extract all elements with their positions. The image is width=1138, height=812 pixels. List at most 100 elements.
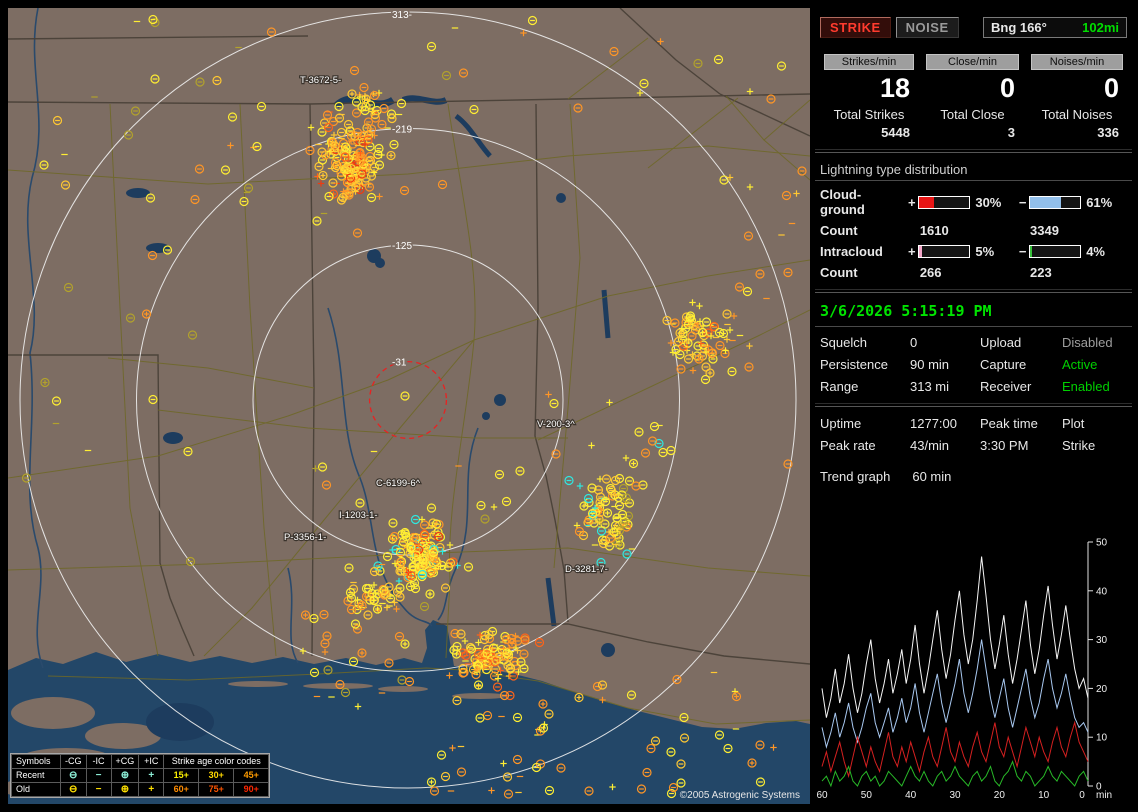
minus-sign: − bbox=[1018, 194, 1027, 210]
ic-minus-count: 223 bbox=[1030, 265, 1052, 280]
rate-stats: Strikes/min 18 Total Strikes 5448 Close/… bbox=[818, 54, 1129, 140]
strikes-column: Strikes/min 18 Total Strikes 5448 bbox=[818, 54, 920, 140]
legend-row-old: Old bbox=[11, 782, 61, 797]
cloud-ground-row: Cloud-ground + 30% − 61% bbox=[820, 187, 1127, 217]
noise-toggle-button[interactable]: NOISE bbox=[895, 17, 959, 38]
cg-minus-symbol: ⊖ bbox=[60, 768, 87, 783]
uptime-value: 1277:00 bbox=[910, 416, 957, 431]
total-strikes-value: 5448 bbox=[881, 125, 910, 140]
peak-rate-value: 43/min bbox=[910, 438, 950, 453]
divider bbox=[815, 326, 1132, 327]
bearing-display: Bng 166° 102mi bbox=[983, 17, 1127, 38]
total-strikes-label: Total Strikes bbox=[833, 107, 905, 122]
age-30: 30+ bbox=[198, 768, 235, 783]
legend-header-icm: -IC bbox=[85, 754, 112, 769]
svg-text:50: 50 bbox=[1096, 538, 1108, 549]
age-60: 60+ bbox=[163, 782, 200, 797]
map-canvas: -31 -125 -219 313- T-3672-5- V-200-3^ C-6199-6… bbox=[8, 8, 810, 804]
cg-plus-count: 1610 bbox=[919, 223, 949, 238]
svg-text:P-3356-1-: P-3356-1- bbox=[284, 532, 326, 543]
strikes-per-min-badge: Strikes/min bbox=[824, 54, 914, 70]
svg-text:-219: -219 bbox=[392, 125, 412, 136]
intracloud-label: Intracloud bbox=[820, 244, 883, 259]
svg-text:C-6199-6^: C-6199-6^ bbox=[376, 478, 421, 489]
cg-plus-bar bbox=[918, 195, 971, 209]
plus-sign: + bbox=[907, 194, 916, 210]
minus-sign: − bbox=[1018, 244, 1027, 259]
cg-minus-pct: 61% bbox=[1086, 194, 1113, 210]
cg-plus-pct: 30% bbox=[975, 194, 1002, 210]
cg-minus-bar bbox=[1029, 195, 1082, 209]
receiver-status: Enabled bbox=[1062, 379, 1110, 394]
svg-text:50: 50 bbox=[861, 790, 873, 801]
upload-status: Disabled bbox=[1062, 335, 1113, 350]
plot-label: Plot bbox=[1062, 416, 1085, 431]
intracloud-row: Intracloud + 5% − 4% bbox=[820, 244, 1127, 259]
svg-text:T-3672-5-: T-3672-5- bbox=[300, 75, 341, 86]
upload-label: Upload bbox=[980, 335, 1022, 350]
svg-text:-125: -125 bbox=[392, 241, 412, 252]
legend-header-cgp: +CG bbox=[110, 754, 140, 769]
close-column: Close/min 0 Total Close 3 bbox=[920, 54, 1025, 140]
svg-text:20: 20 bbox=[1096, 684, 1108, 695]
trend-header: Trend graph 60 min bbox=[820, 469, 1127, 484]
copyright-text: ©2005 Astrogenic Systems bbox=[679, 790, 800, 801]
squelch-label: Squelch bbox=[820, 335, 867, 350]
svg-text:30: 30 bbox=[1096, 635, 1108, 646]
legend-row-recent: Recent bbox=[11, 768, 61, 783]
trend-graph-label: Trend graph bbox=[820, 469, 891, 484]
capture-status: Active bbox=[1062, 357, 1098, 372]
age-75: 75+ bbox=[198, 782, 235, 797]
distance-value: 102mi bbox=[1082, 20, 1119, 35]
settings-grid: Squelch 0 Upload Disabled Persistence 90… bbox=[820, 335, 1127, 394]
bearing-value: Bng 166° bbox=[991, 20, 1047, 35]
svg-text:V-200-3^: V-200-3^ bbox=[537, 419, 575, 430]
panel-header: STRIKE NOISE Bng 166° 102mi bbox=[820, 17, 1127, 38]
ic-minus-symbol: − bbox=[85, 768, 112, 783]
map-legend: Symbols -CG -IC +CG +IC Strike age color… bbox=[10, 753, 271, 798]
svg-text:30: 30 bbox=[949, 790, 961, 801]
svg-text:60: 60 bbox=[816, 790, 828, 801]
legend-header-icp: +IC bbox=[138, 754, 165, 769]
count-label: Count bbox=[820, 265, 858, 280]
cloud-ground-count-row: Count 1610 3349 bbox=[820, 223, 1127, 238]
svg-text:40: 40 bbox=[905, 790, 917, 801]
cg-minus-count: 3349 bbox=[1030, 223, 1059, 238]
age-45: 45+ bbox=[233, 768, 270, 783]
svg-text:40: 40 bbox=[1096, 586, 1108, 597]
peak-time-value: 3:30 PM bbox=[980, 438, 1029, 453]
svg-text:I-1203-1-: I-1203-1- bbox=[339, 510, 378, 521]
strikes-per-min-value: 18 bbox=[879, 73, 910, 103]
divider bbox=[815, 149, 1132, 153]
strike-toggle-button[interactable]: STRIKE bbox=[820, 17, 891, 38]
total-close-value: 3 bbox=[1007, 125, 1015, 140]
ic-minus-bar bbox=[1029, 245, 1082, 258]
trend-chart-canvas: 0102030405060 50 40 30 20 10 0 min bbox=[816, 538, 1112, 802]
datetime-display: 3/6/2026 5:15:19 PM bbox=[820, 302, 992, 320]
ic-plus-symbol: + bbox=[138, 782, 165, 797]
legend-header-symbols: Symbols bbox=[11, 754, 61, 769]
status-panel: STRIKE NOISE Bng 166° 102mi Strikes/min … bbox=[815, 8, 1132, 804]
close-per-min-value: 0 bbox=[999, 73, 1015, 103]
cg-plus-symbol: ⊕ bbox=[110, 782, 140, 797]
trend-graph: 0 10 20 30 40 50 60 50 40 30 20 10 0 min bbox=[815, 536, 1132, 804]
peak-rate-label: Peak rate bbox=[820, 438, 876, 453]
count-label: Count bbox=[820, 223, 858, 238]
legend-header-cgm: -CG bbox=[60, 754, 87, 769]
noises-per-min-value: 0 bbox=[1103, 73, 1119, 103]
range-label: Range bbox=[820, 379, 859, 394]
svg-text:10: 10 bbox=[1038, 790, 1050, 801]
divider bbox=[815, 180, 1132, 181]
ic-plus-symbol: + bbox=[138, 768, 165, 783]
svg-text:min: min bbox=[1096, 790, 1112, 801]
range-value: 313 mi bbox=[910, 379, 950, 394]
strike-map[interactable]: -31 -125 -219 313- T-3672-5- V-200-3^ C-6199-6… bbox=[8, 8, 810, 804]
age-15: 15+ bbox=[163, 768, 200, 783]
svg-text:10: 10 bbox=[1096, 733, 1108, 744]
peak-time-label: Peak time bbox=[980, 416, 1038, 431]
svg-text:D-3281-7-: D-3281-7- bbox=[565, 564, 608, 575]
svg-text:0: 0 bbox=[1079, 790, 1085, 801]
distribution-title: Lightning type distribution bbox=[820, 162, 968, 177]
capture-label: Capture bbox=[980, 357, 1027, 372]
intracloud-count-row: Count 266 223 bbox=[820, 265, 1127, 280]
